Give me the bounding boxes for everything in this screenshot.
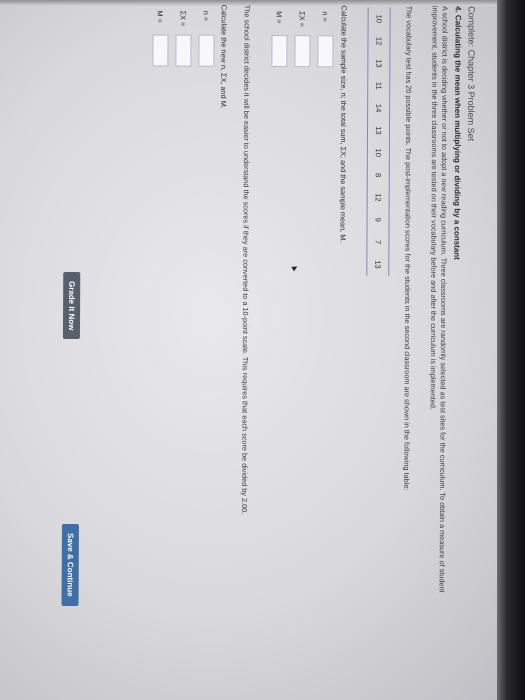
n-input[interactable] <box>317 35 334 68</box>
n-label: n = <box>321 11 331 22</box>
score-cell: 13 <box>373 126 384 135</box>
score-cell: 7 <box>373 239 383 245</box>
new-sumx-input[interactable] <box>175 34 192 67</box>
mouse-pointer-icon: ▲ <box>288 261 302 274</box>
question-intro: A school district is deciding whether or… <box>428 5 450 593</box>
score-cell: 8 <box>373 172 383 178</box>
grade-it-now-button[interactable]: Grade It Now <box>62 271 81 340</box>
part1-sumx-row: ΣX = <box>294 11 311 68</box>
score-cell: 12 <box>374 36 384 46</box>
part2-prompt: Calculate the new n, ΣX, and M. <box>219 4 229 109</box>
m-label: M = <box>156 10 166 23</box>
score-cell: 11 <box>374 81 384 90</box>
sumx-input[interactable] <box>294 35 311 68</box>
part2-m-row: M = <box>152 10 169 67</box>
score-cell: 13 <box>374 59 384 68</box>
part1-m-row: M = <box>271 11 288 68</box>
scores-table: 10 12 13 11 14 13 10 8 12 9 7 13 <box>366 7 391 276</box>
page-title: Complete: Chapter 3 Problem Set <box>465 6 477 142</box>
part1-n-row: n = <box>317 11 334 68</box>
score-cell: 14 <box>374 103 384 113</box>
sumx-label: ΣX = <box>179 10 189 27</box>
sumx-label: ΣX = <box>298 11 308 27</box>
problem-page: Complete: Chapter 3 Problem Set 4. Calcu… <box>43 4 477 646</box>
score-cell: 9 <box>373 217 383 222</box>
laptop-bezel <box>497 0 525 700</box>
save-continue-button[interactable]: Save & Continue <box>61 523 79 606</box>
n-label: n = <box>202 10 212 22</box>
question-title: 4. Calculating the mean when multiplying… <box>452 6 463 260</box>
table-intro: The vocabulary test has 20 possible poin… <box>402 5 414 491</box>
score-cell: 12 <box>373 193 383 202</box>
score-cell: 10 <box>374 14 384 23</box>
score-cell: 10 <box>373 148 383 157</box>
part2-text: The school district decides it will be e… <box>240 4 252 515</box>
new-n-input[interactable] <box>198 34 215 67</box>
new-m-input[interactable] <box>152 34 169 67</box>
m-label: M = <box>275 11 285 24</box>
part1-prompt: Calculate the sample size, n; the total … <box>338 5 349 243</box>
part2-sumx-row: ΣX = <box>175 10 192 67</box>
part2-n-row: n = <box>198 10 215 67</box>
score-cell: 13 <box>373 260 383 269</box>
m-input[interactable] <box>271 35 288 68</box>
